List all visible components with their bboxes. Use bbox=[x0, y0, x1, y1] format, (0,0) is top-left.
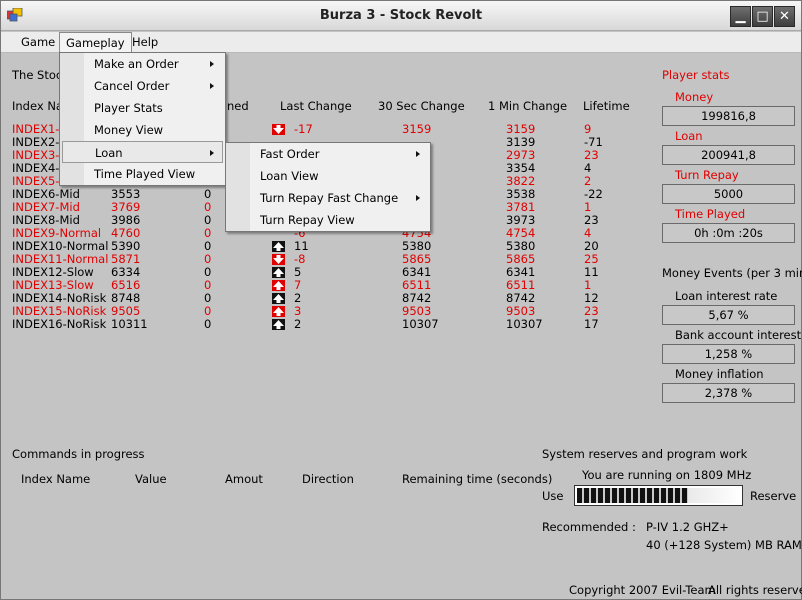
loan-rate-value: 5,67 % bbox=[662, 305, 795, 325]
cpu-speed: You are running on 1809 MHz bbox=[582, 468, 752, 482]
reserve-label: Reserve bbox=[750, 489, 797, 503]
turn-repay-value: 5000 bbox=[662, 184, 795, 204]
cmd-col-remaining: Remaining time (seconds) bbox=[402, 472, 553, 486]
menu-item-label: Turn Repay Fast Change bbox=[260, 191, 399, 205]
menu-item-label: Loan View bbox=[260, 169, 319, 183]
stock-owned: 0 bbox=[204, 317, 212, 331]
cmd-col-index: Index Name bbox=[21, 472, 91, 486]
stock-last-change: -17 bbox=[294, 122, 313, 136]
trend-up-icon bbox=[272, 267, 285, 278]
trend-down-icon bbox=[272, 124, 285, 135]
menu-gameplay[interactable]: Gameplay bbox=[59, 32, 132, 53]
stock-lifetime: 17 bbox=[584, 317, 599, 331]
menu-item-label: Player Stats bbox=[94, 101, 163, 115]
menu-item-time-played-view[interactable]: Time Played View bbox=[62, 163, 222, 185]
recommended-ram: 40 (+128 System) MB RAM bbox=[646, 538, 802, 552]
menu-item-label: Loan bbox=[95, 146, 123, 160]
cmd-col-amount: Amout bbox=[225, 472, 263, 486]
stock-1min-change: 10307 bbox=[506, 317, 543, 331]
menu-game[interactable]: Game bbox=[15, 32, 61, 53]
bank-interest-label: Bank account interest bbox=[675, 328, 802, 342]
bank-interest-value: 1,258 % bbox=[662, 344, 795, 364]
loan-rate-label: Loan interest rate bbox=[675, 289, 778, 303]
stock-30sec-change: 10307 bbox=[402, 317, 439, 331]
recommended-cpu: P-IV 1.2 GHZ+ bbox=[646, 520, 729, 534]
system-usage-bar bbox=[574, 485, 743, 506]
menu-item-label: Time Played View bbox=[94, 167, 196, 181]
submenu-arrow-icon bbox=[416, 151, 420, 157]
main-window: Burza 3 - Stock Revolt ▁ □ ✕ Game Gamepl… bbox=[0, 0, 802, 600]
menu-item-fast-order[interactable]: Fast Order bbox=[228, 143, 428, 165]
stock-last-change: 2 bbox=[294, 317, 302, 331]
usage-remaining bbox=[688, 488, 740, 503]
menu-item-label: Cancel Order bbox=[94, 79, 170, 93]
maximize-icon: □ bbox=[756, 9, 769, 24]
menu-item-money-view[interactable]: Money View bbox=[62, 119, 222, 141]
menu-item-loan-view[interactable]: Loan View bbox=[228, 165, 428, 187]
system-heading: System reserves and program work bbox=[542, 447, 748, 461]
time-played-value: 0h :0m :20s bbox=[662, 223, 795, 243]
menu-item-label: Money View bbox=[94, 123, 164, 137]
col-30sec-change: 30 Sec Change bbox=[378, 99, 465, 113]
menu-item-make-order[interactable]: Make an Order bbox=[62, 53, 222, 75]
player-stats-heading: Player stats bbox=[662, 68, 730, 82]
money-label: Money bbox=[675, 90, 714, 104]
stock-value: 10311 bbox=[111, 317, 148, 331]
menu-bar: Game Gameplay Help bbox=[1, 32, 801, 53]
submenu-arrow-icon bbox=[416, 195, 420, 201]
menu-item-turn-repay-view[interactable]: Turn Repay View bbox=[228, 209, 428, 231]
inflation-label: Money inflation bbox=[675, 367, 764, 381]
trend-up-icon bbox=[272, 280, 285, 291]
submenu-arrow-icon bbox=[210, 61, 214, 67]
money-events-heading: Money Events (per 3 mins) bbox=[662, 266, 802, 280]
inflation-value: 2,378 % bbox=[662, 383, 795, 403]
loan-label: Loan bbox=[675, 129, 703, 143]
title-bar[interactable]: Burza 3 - Stock Revolt ▁ □ ✕ bbox=[1, 1, 801, 31]
minimize-button[interactable]: ▁ bbox=[730, 6, 751, 27]
menu-help[interactable]: Help bbox=[126, 32, 164, 53]
menu-item-cancel-order[interactable]: Cancel Order bbox=[62, 75, 222, 97]
col-lifetime: Lifetime bbox=[583, 99, 630, 113]
loan-submenu: Fast Order Loan View Turn Repay Fast Cha… bbox=[225, 142, 431, 232]
time-played-label: Time Played bbox=[675, 207, 746, 221]
menu-item-player-stats[interactable]: Player Stats bbox=[62, 97, 222, 119]
trend-up-icon bbox=[272, 306, 285, 317]
submenu-arrow-icon bbox=[210, 150, 214, 156]
col-last-change: Last Change bbox=[280, 99, 352, 113]
submenu-arrow-icon bbox=[210, 83, 214, 89]
stock-name: INDEX16-NoRisk bbox=[12, 317, 107, 331]
col-owned: ned bbox=[227, 99, 249, 113]
stock-30sec-change: 3159 bbox=[402, 122, 432, 136]
turn-repay-label: Turn Repay bbox=[675, 168, 739, 182]
trend-up-icon bbox=[272, 241, 285, 252]
close-icon: ✕ bbox=[779, 9, 790, 24]
menu-item-label: Turn Repay View bbox=[260, 213, 355, 227]
loan-value: 200941,8 bbox=[662, 145, 795, 165]
money-value: 199816,8 bbox=[662, 106, 795, 126]
use-label: Use bbox=[542, 489, 564, 503]
col-1min-change: 1 Min Change bbox=[488, 99, 568, 113]
menu-item-turn-repay-fast-change[interactable]: Turn Repay Fast Change bbox=[228, 187, 428, 209]
copyright: Copyright 2007 Evil-Team bbox=[569, 583, 716, 597]
recommended-label: Recommended : bbox=[542, 520, 636, 534]
cmd-col-value: Value bbox=[135, 472, 167, 486]
menu-item-label: Fast Order bbox=[260, 147, 320, 161]
maximize-button[interactable]: □ bbox=[752, 6, 773, 27]
trend-up-icon bbox=[272, 293, 285, 304]
trend-down-icon bbox=[272, 254, 285, 265]
menu-item-loan[interactable]: Loan bbox=[62, 141, 223, 163]
close-button[interactable]: ✕ bbox=[774, 6, 795, 27]
menu-item-label: Make an Order bbox=[94, 57, 179, 71]
minimize-icon: ▁ bbox=[735, 9, 746, 24]
usage-fill bbox=[577, 488, 688, 503]
commands-heading: Commands in progress bbox=[12, 447, 145, 461]
trend-up-icon bbox=[272, 319, 285, 330]
rights: All rights reserved. bbox=[708, 583, 802, 597]
cmd-col-direction: Direction bbox=[302, 472, 354, 486]
window-title: Burza 3 - Stock Revolt bbox=[319, 8, 483, 23]
gameplay-menu: Make an Order Cancel Order Player Stats … bbox=[59, 52, 226, 186]
